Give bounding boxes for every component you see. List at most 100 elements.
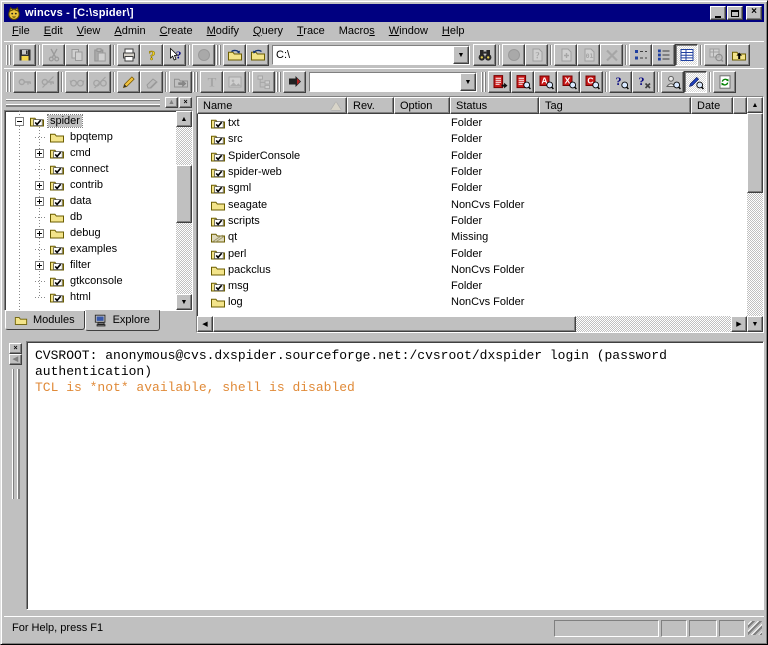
query-edit-button[interactable]	[684, 71, 707, 93]
minimize-button[interactable]	[710, 6, 726, 20]
file-name[interactable]: qt	[228, 231, 237, 243]
file-row-seagate[interactable]: seagateNonCvs Folder	[197, 196, 747, 212]
tree-expander-plus[interactable]	[35, 229, 44, 238]
column-header-rev[interactable]: Rev.	[347, 97, 394, 114]
tree-item-db[interactable]: db	[5, 209, 176, 225]
file-name[interactable]: spider-web	[228, 166, 282, 178]
menu-file[interactable]: File	[5, 23, 37, 40]
file-name[interactable]: log	[228, 296, 243, 308]
tree-item-debug[interactable]: debug	[5, 225, 176, 241]
file-name[interactable]: scripts	[228, 215, 260, 227]
cvs-console[interactable]: CVSROOT: anonymous@cvs.dxspider.sourcefo…	[26, 341, 764, 610]
tree-expander-minus[interactable]	[15, 117, 24, 126]
list-horizontal-scrollbar[interactable]: ◀ ▶	[197, 316, 747, 332]
cvs-update-query-button[interactable]	[511, 71, 534, 93]
query-cancel-button[interactable]: ?	[632, 71, 655, 93]
refresh-status-button[interactable]	[713, 71, 736, 93]
path-combo-input[interactable]	[273, 46, 453, 64]
output-collapse-button[interactable]: ◀	[9, 354, 22, 365]
tree-item-label[interactable]: contrib	[68, 179, 105, 191]
tree-expander-plus[interactable]	[35, 197, 44, 206]
pane-close-button[interactable]: ×	[179, 97, 192, 108]
column-header-tag[interactable]: Tag	[539, 97, 691, 114]
path-combo-dropdown-button[interactable]: ▼	[453, 46, 469, 64]
file-row-qt[interactable]: qtMissing	[197, 229, 747, 245]
scroll-thumb[interactable]	[213, 316, 576, 332]
scroll-right-button[interactable]: ▶	[731, 316, 747, 332]
toolbar-grip[interactable]	[6, 45, 11, 65]
cvs-commit-query-button[interactable]: C	[580, 71, 603, 93]
resize-grip[interactable]	[748, 621, 762, 635]
file-name[interactable]: perl	[228, 248, 246, 260]
tree-expander-plus[interactable]	[35, 149, 44, 158]
menu-help[interactable]: Help	[435, 23, 472, 40]
scroll-thumb[interactable]	[176, 165, 192, 223]
cvs-remove-query-button[interactable]: X	[557, 71, 580, 93]
column-header-date[interactable]: Date	[691, 97, 733, 114]
file-name[interactable]: sgml	[228, 182, 251, 194]
tree-expander-plus[interactable]	[35, 181, 44, 190]
cvs-annotate-button[interactable]: A	[534, 71, 557, 93]
file-row-perl[interactable]: perlFolder	[197, 245, 747, 261]
file-name[interactable]: txt	[228, 117, 240, 129]
column-header-status[interactable]: Status	[450, 97, 539, 114]
tree-item-label[interactable]: db	[68, 211, 84, 223]
list-view-button[interactable]	[652, 44, 675, 66]
tree-item-spider[interactable]: spider	[5, 113, 176, 129]
tree-vertical-scrollbar[interactable]: ▲ ▼	[176, 111, 192, 310]
toolbar-grip[interactable]	[276, 72, 281, 92]
file-row-spider-web[interactable]: spider-webFolder	[197, 164, 747, 180]
print-button[interactable]	[117, 44, 140, 66]
file-name[interactable]: seagate	[228, 199, 267, 211]
file-row-scripts[interactable]: scriptsFolder	[197, 213, 747, 229]
filter-combo-dropdown-button[interactable]: ▼	[460, 73, 476, 91]
tab-modules[interactable]: Modules	[5, 311, 85, 330]
menu-macros[interactable]: Macros	[332, 23, 382, 40]
toolbar-grip[interactable]	[216, 45, 221, 65]
up-one-level-button[interactable]	[727, 44, 750, 66]
save-button[interactable]	[13, 44, 36, 66]
tree-item-examples[interactable]: examples	[5, 241, 176, 257]
docking-grip[interactable]	[11, 369, 20, 499]
details-view-button[interactable]	[675, 44, 698, 66]
cvs-checkout-button[interactable]	[488, 71, 511, 93]
tree-item-data[interactable]: data	[5, 193, 176, 209]
small-icons-view-button[interactable]	[629, 44, 652, 66]
menu-modify[interactable]: Modify	[200, 23, 246, 40]
scroll-up-button[interactable]: ▲	[176, 111, 192, 127]
tree-item-label[interactable]: cmd	[68, 147, 93, 159]
browse-location-button[interactable]	[473, 44, 496, 66]
pane-docking-bar[interactable]: ▲ ×	[4, 96, 193, 110]
tree-item-connect[interactable]: connect	[5, 161, 176, 177]
file-row-log[interactable]: logNonCvs Folder	[197, 294, 747, 310]
column-header-option[interactable]: Option	[394, 97, 450, 114]
scroll-down-button[interactable]: ▼	[176, 294, 192, 310]
scroll-down-button[interactable]: ▼	[747, 316, 763, 332]
tree-item-contrib[interactable]: contrib	[5, 177, 176, 193]
tab-explore[interactable]: Explore	[85, 310, 160, 331]
tree-item-label[interactable]: examples	[68, 243, 119, 255]
file-name[interactable]: msg	[228, 280, 249, 292]
pane-collapse-button[interactable]: ▲	[165, 97, 178, 108]
output-close-button[interactable]: ×	[9, 343, 22, 354]
menu-create[interactable]: Create	[153, 23, 200, 40]
scroll-track[interactable]	[176, 223, 192, 294]
tree-item-bpqtemp[interactable]: bpqtemp	[5, 129, 176, 145]
edit-file-button[interactable]	[117, 71, 140, 93]
menu-admin[interactable]: Admin	[107, 23, 152, 40]
tree-item-label[interactable]: data	[68, 195, 93, 207]
context-help-button[interactable]: ?	[163, 44, 186, 66]
query-user-button[interactable]	[661, 71, 684, 93]
query-status-button[interactable]: ?	[609, 71, 632, 93]
tree-expander-plus[interactable]	[35, 261, 44, 270]
tree-item-cmd[interactable]: cmd	[5, 145, 176, 161]
scroll-thumb[interactable]	[747, 113, 763, 193]
menu-query[interactable]: Query	[246, 23, 290, 40]
scroll-track[interactable]	[576, 316, 731, 332]
tree-item-gtkconsole[interactable]: gtkconsole	[5, 273, 176, 289]
file-row-msg[interactable]: msgFolder	[197, 278, 747, 294]
menu-view[interactable]: View	[70, 23, 108, 40]
close-button[interactable]: ×	[746, 6, 762, 20]
tree-item-label[interactable]: html	[68, 291, 93, 303]
macro-run-button[interactable]	[283, 71, 306, 93]
